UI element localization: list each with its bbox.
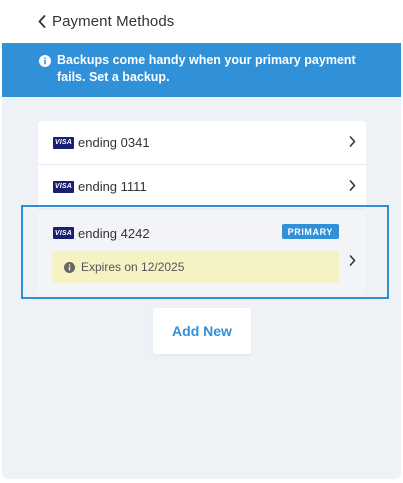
visa-logo-icon: VISA — [53, 180, 74, 193]
card-list: VISA ending 0341 VISA ending 1111 — [38, 121, 366, 209]
card-item-0341[interactable]: VISA ending 0341 — [38, 121, 366, 165]
card-item-1111[interactable]: VISA ending 1111 — [38, 165, 366, 209]
chevron-right-icon — [349, 253, 356, 271]
card-label: ending 0341 — [78, 135, 150, 150]
chevron-right-icon — [349, 178, 356, 196]
back-button[interactable]: Payment Methods — [38, 0, 174, 43]
expiry-notice: Expires on 12/2025 — [52, 251, 339, 283]
page-title: Payment Methods — [52, 13, 175, 30]
primary-badge: PRIMARY — [281, 224, 339, 239]
info-icon — [39, 55, 51, 72]
chevron-right-icon — [349, 134, 356, 152]
info-icon — [64, 261, 75, 273]
header: Payment Methods — [0, 0, 403, 43]
banner-message: Backups come handy when your primary pay… — [57, 53, 356, 84]
add-new-button[interactable]: Add New — [153, 308, 251, 354]
expiry-text: Expires on 12/2025 — [81, 260, 185, 274]
card-label: ending 1111 — [78, 179, 147, 194]
backup-info-banner: Backups come handy when your primary pay… — [2, 43, 401, 97]
card-item-4242[interactable]: VISA ending 4242 PRIMARY Expires on 12/2… — [38, 211, 366, 295]
card-label: ending 4242 — [78, 225, 150, 241]
visa-logo-icon: VISA — [53, 227, 74, 239]
visa-logo-icon: VISA — [53, 136, 74, 149]
chevron-left-icon — [38, 15, 46, 28]
